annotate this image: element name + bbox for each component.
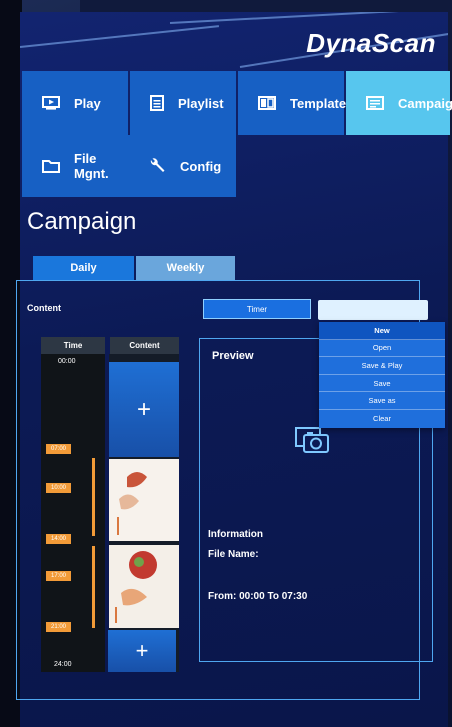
information-heading: Information (208, 529, 263, 540)
content-thumbnail[interactable] (109, 545, 179, 628)
add-content-button[interactable]: + (108, 630, 176, 672)
nav-label-play: Play (74, 95, 101, 111)
menu-item-save[interactable]: Save (319, 375, 445, 393)
nav-tile-campaign[interactable]: Campaign (346, 71, 452, 135)
nav-tile-file-mgnt[interactable]: File Mgnt. (22, 135, 128, 197)
time-end-label: 24:00 (54, 661, 72, 668)
file-name-label: File Name: (208, 549, 259, 560)
plus-icon: + (136, 395, 151, 423)
menu-item-clear[interactable]: Clear (319, 410, 445, 428)
time-range-label: From: 00:00 To 07:30 (208, 591, 308, 602)
menu-item-open[interactable]: Open (319, 340, 445, 358)
nav-label-template: Template (290, 95, 347, 111)
time-marker: 07:00 (46, 444, 71, 454)
add-content-button[interactable]: + (109, 362, 179, 457)
nav-label-playlist: Playlist (178, 95, 224, 111)
decor-stripe (169, 12, 448, 24)
tab-weekly[interactable]: Weekly (136, 256, 235, 280)
file-menu-button[interactable] (318, 300, 428, 320)
time-column-header: Time (41, 337, 105, 354)
nav-tile-playlist[interactable]: Playlist (130, 71, 236, 135)
menu-item-save-and-play[interactable]: Save & Play (319, 357, 445, 375)
campaign-icon (366, 96, 384, 110)
time-start-label: 00:00 (58, 358, 76, 365)
preview-title: Preview (212, 350, 254, 362)
menu-item-new[interactable]: New (319, 322, 445, 340)
thumbnail-image (109, 545, 179, 628)
nav-label-config: Config (180, 158, 222, 174)
tab-daily[interactable]: Daily (33, 256, 134, 280)
content-label: Content (27, 303, 61, 313)
time-marker: 17:00 (46, 571, 71, 581)
nav-tile-template[interactable]: Template (238, 71, 347, 135)
thumbnail-image (109, 459, 179, 541)
time-range-bar[interactable] (92, 458, 95, 536)
menu-item-save-as[interactable]: Save as (319, 392, 445, 410)
content-thumbnail[interactable] (109, 459, 179, 541)
plus-icon: + (135, 638, 149, 663)
template-icon (258, 96, 276, 110)
time-marker: 21:00 (46, 622, 71, 632)
camera-icon (295, 427, 329, 453)
brand-logo: DynaScan (306, 28, 436, 58)
content-column-header: Content (110, 337, 179, 354)
page-title: Campaign (27, 208, 137, 235)
time-marker: 14:00 (46, 534, 71, 544)
folder-icon (42, 160, 60, 173)
wrench-icon (150, 158, 165, 172)
timer-button[interactable]: Timer (203, 299, 311, 319)
time-marker: 10:00 (46, 483, 71, 493)
list-icon (150, 95, 164, 111)
nav-label-campaign: Campaign (398, 95, 452, 111)
play-icon (42, 96, 60, 110)
photo-scene: DynaScan Play Playlist Template Campaign… (0, 0, 452, 727)
nav-label-file-mgnt: File Mgnt. (74, 151, 109, 181)
time-range-bar[interactable] (92, 546, 95, 628)
decor-stripe (20, 25, 220, 48)
nav-tile-config[interactable]: Config (128, 135, 236, 197)
nav-tile-play[interactable]: Play (22, 71, 128, 135)
file-menu-dropdown: New Open Save & Play Save Save as Clear (319, 322, 445, 428)
